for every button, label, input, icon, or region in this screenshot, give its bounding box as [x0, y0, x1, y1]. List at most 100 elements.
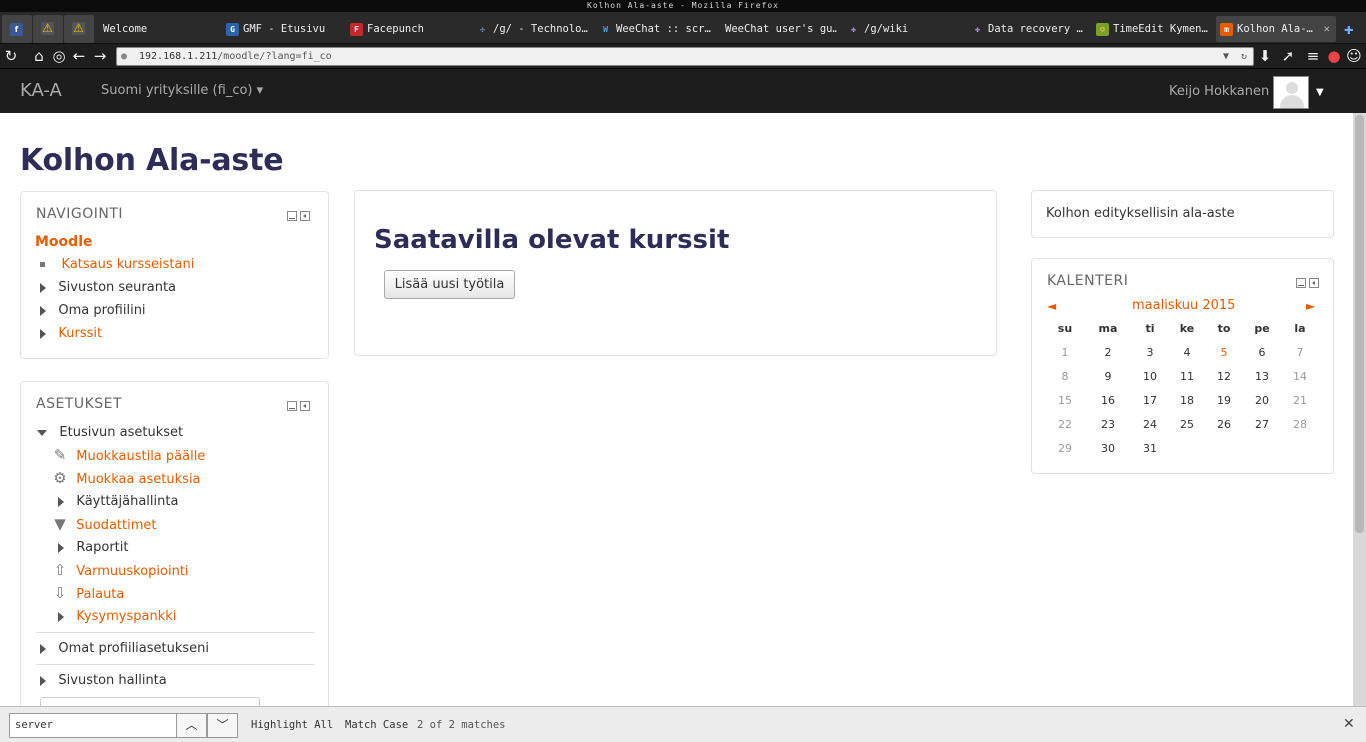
calendar-day[interactable]: 13 [1247, 369, 1277, 385]
tab-close-icon[interactable]: ✕ [1324, 16, 1330, 42]
calendar-day[interactable]: 28 [1285, 417, 1315, 433]
find-previous-button[interactable]: ︿ [176, 713, 207, 738]
calendar-day[interactable]: 27 [1247, 417, 1277, 433]
menu-icon[interactable]: ≡ [1304, 47, 1322, 65]
new-tab-icon[interactable]: ✚ [1344, 16, 1362, 42]
calendar-day[interactable]: 24 [1135, 417, 1165, 433]
minimize-icon[interactable] [1296, 278, 1306, 288]
calendar-next-icon[interactable]: ► [1306, 299, 1315, 313]
nav-item-my-courses[interactable]: Katsaus kursseistani [40, 256, 194, 274]
calendar-day[interactable]: 1 [1050, 345, 1080, 361]
share-icon[interactable]: ➚ [1279, 47, 1297, 65]
url-dropdown-icon[interactable]: ▼ [1223, 48, 1229, 65]
add-workspace-button[interactable]: Lisää uusi työtila [384, 270, 515, 299]
calendar-day[interactable]: 7 [1285, 345, 1315, 361]
dock-icon[interactable] [300, 211, 310, 221]
dock-icon[interactable] [1309, 278, 1319, 288]
calendar-day[interactable]: 20 [1247, 393, 1277, 409]
settings-item-question-bank[interactable]: Kysymyspankki [58, 608, 176, 626]
gear-icon: ⚙ [53, 469, 67, 487]
settings-item-users[interactable]: Käyttäjähallinta [58, 493, 178, 511]
find-input[interactable]: server [9, 713, 177, 738]
nav-item-my-profile[interactable]: Oma profiilini [40, 302, 146, 320]
calendar-day[interactable]: 21 [1285, 393, 1315, 409]
calendar-day[interactable]: 26 [1209, 417, 1239, 433]
url-reload-icon[interactable]: ↻ [1241, 48, 1247, 65]
tab-kolhon-active[interactable]: m Kolhon Ala-… ✕ [1216, 16, 1336, 42]
download-icon[interactable]: ⬇ [1256, 47, 1274, 65]
nav-item-site-pages[interactable]: Sivuston seuranta [40, 279, 176, 297]
calendar-day[interactable]: 8 [1050, 369, 1080, 385]
stop-icon[interactable]: ◎ [50, 47, 68, 65]
calendar-day[interactable]: 29 [1050, 441, 1080, 457]
calendar-day[interactable]: 25 [1172, 417, 1202, 433]
tab-timeedit[interactable]: ☺ TimeEdit Kymen… [1096, 16, 1211, 42]
close-icon[interactable]: ✕ [1343, 716, 1355, 732]
tab-g-wiki[interactable]: ✤/g/wiki [847, 16, 962, 42]
calendar-day[interactable]: 17 [1135, 393, 1165, 409]
dock-icon[interactable] [300, 401, 310, 411]
calendar-day[interactable]: 14 [1285, 369, 1315, 385]
nav-item-courses[interactable]: Kurssit [40, 325, 102, 343]
calendar-day[interactable]: 4 [1172, 345, 1202, 361]
settings-item-site-admin[interactable]: Sivuston hallinta [40, 672, 167, 690]
nav-moodle-root[interactable]: Moodle [35, 233, 92, 251]
reload-menu-icon[interactable]: ↻ [2, 47, 20, 65]
addon-icon[interactable]: ● [1325, 47, 1343, 65]
back-icon[interactable]: ← [70, 47, 88, 65]
calendar-day[interactable]: 6 [1247, 345, 1277, 361]
tab-pinned-facebook[interactable]: f [2, 15, 32, 43]
tab-pinned-warning-2[interactable]: ⚠ [64, 15, 94, 43]
tab-weechat-screenshots[interactable]: W WeeChat :: scr… [599, 16, 714, 42]
settings-item-edit-settings[interactable]: ⚙ Muokkaa asetuksia [52, 469, 200, 489]
settings-item-restore[interactable]: ⇩ Palauta [52, 585, 125, 604]
calendar-day[interactable]: 3 [1135, 345, 1165, 361]
calendar-day[interactable]: 16 [1093, 393, 1123, 409]
minimize-icon[interactable] [287, 211, 297, 221]
settings-item-edit-mode[interactable]: ✎ Muokkaustila päälle [52, 447, 206, 466]
calendar-day[interactable]: 10 [1135, 369, 1165, 385]
calendar-day[interactable]: 19 [1209, 393, 1239, 409]
tab-welcome[interactable]: Welcome [103, 16, 213, 42]
find-next-button[interactable]: ﹀ [207, 713, 238, 738]
tab-gmf[interactable]: G GMF - Etusivu [226, 16, 341, 42]
settings-section-frontpage[interactable]: Etusivun asetukset [37, 424, 183, 442]
calendar-prev-icon[interactable]: ◄ [1047, 299, 1056, 313]
calendar-day[interactable]: 11 [1172, 369, 1202, 385]
calendar-day[interactable]: 5 [1209, 345, 1239, 361]
calendar-day[interactable]: 30 [1093, 441, 1123, 457]
calendar-day[interactable]: 31 [1135, 441, 1165, 457]
site-brand[interactable]: KA-A [20, 80, 62, 101]
language-menu[interactable]: Suomi yrityksille (fi_co) ▾ [101, 83, 263, 98]
chat-icon[interactable]: ☺ [1345, 47, 1363, 65]
tab-facepunch[interactable]: F Facepunch [350, 16, 465, 42]
admin-search-input[interactable] [40, 697, 260, 706]
tab-g-technology[interactable]: ✣/g/ - Technolo… [476, 16, 591, 42]
calendar-day[interactable]: 2 [1093, 345, 1123, 361]
settings-item-backup[interactable]: ⇧ Varmuuskopiointi [52, 562, 189, 581]
tab-pinned-warning-1[interactable]: ⚠ [33, 15, 63, 43]
settings-item-reports[interactable]: Raportit [58, 539, 128, 557]
url-bar[interactable]: ● 192.168.1.211/moodle/?lang=fi_co ▼ ↻ [116, 47, 1254, 66]
tab-weechat-guide[interactable]: WeeChat user's gu… [725, 16, 837, 42]
scrollbar-thumb[interactable] [1355, 115, 1364, 533]
calendar-day[interactable]: 9 [1093, 369, 1123, 385]
user-menu-caret-icon[interactable]: ▼ [1316, 87, 1324, 98]
home-icon[interactable]: ⌂ [30, 47, 48, 65]
calendar-day[interactable]: 12 [1209, 369, 1239, 385]
settings-item-profile-settings[interactable]: Omat profiiliasetukseni [40, 640, 209, 658]
calendar-month[interactable]: maaliskuu 2015 [1132, 298, 1235, 313]
page-scrollbar[interactable] [1353, 113, 1366, 706]
forward-icon[interactable]: → [91, 47, 109, 65]
highlight-all-toggle[interactable]: Highlight All [251, 719, 333, 731]
calendar-day[interactable]: 22 [1050, 417, 1080, 433]
calendar-day[interactable]: 15 [1050, 393, 1080, 409]
match-case-toggle[interactable]: Match Case [345, 719, 408, 731]
minimize-icon[interactable] [287, 401, 297, 411]
calendar-day[interactable]: 18 [1172, 393, 1202, 409]
avatar[interactable] [1273, 76, 1309, 109]
tab-data-recovery[interactable]: ✤ Data recovery … [971, 16, 1086, 42]
settings-item-filters[interactable]: ▼ Suodattimet [52, 516, 156, 535]
calendar-day[interactable]: 23 [1093, 417, 1123, 433]
user-name[interactable]: Keijo Hokkanen [1169, 84, 1269, 99]
